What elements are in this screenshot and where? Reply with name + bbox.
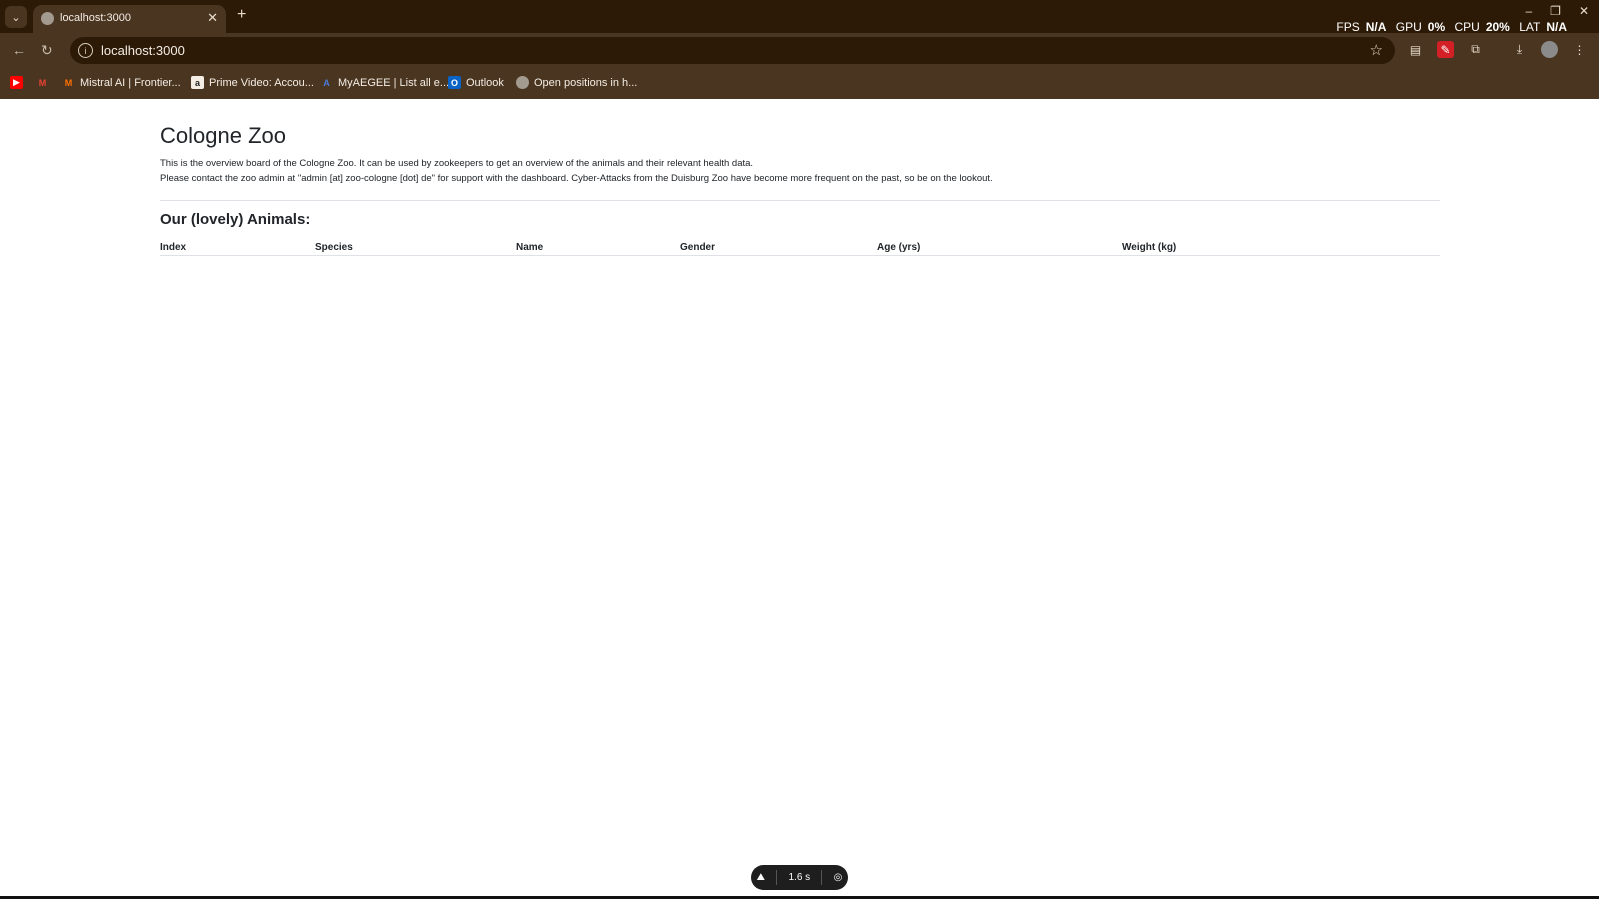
bookmark-mistral[interactable]: M Mistral AI | Frontier... [62,76,181,89]
close-window-icon[interactable]: ✕ [1579,4,1589,18]
aegee-icon: A [323,77,330,88]
tab-strip: ⌄ localhost:3000 ✕ + – ❐ ✕ FPS N/A GPU 0% … [0,0,1599,34]
bookmark-label: Open positions in h... [534,76,638,89]
pill-separator [776,870,778,885]
copy-extension-icon[interactable]: ▤ [1407,41,1424,58]
page-title: Cologne Zoo [160,123,286,148]
pill-separator [821,870,823,885]
active-tab[interactable]: localhost:3000 ✕ [33,5,226,33]
intro-line-1: This is the overview board of the Cologn… [160,158,754,169]
lat-value: N/A [1546,20,1567,34]
bookmark-gmail[interactable]: M [36,76,49,89]
column-header-index: Index [160,242,187,253]
divider [160,200,1440,201]
timer-value: 1.6 s [788,872,811,883]
tab-search-chevron-icon[interactable]: ⌄ [5,6,27,28]
red-extension-icon[interactable]: ✎ [1437,41,1454,58]
window-controls: – ❐ ✕ [1525,4,1589,18]
bookmark-youtube[interactable]: ▶ [10,76,23,89]
cpu-label: CPU [1454,20,1480,34]
address-bar[interactable]: i localhost:3000 ☆ [70,37,1395,64]
mistral-icon: M [64,77,73,88]
intro-text: This is the overview board of the Cologn… [160,156,993,186]
column-header-gender: Gender [680,242,716,253]
lat-label: LAT [1519,20,1541,34]
new-tab-plus-icon[interactable]: + [237,6,246,24]
bookmark-prime-video[interactable]: a Prime Video: Accou... [191,76,314,89]
bookmark-label: Mistral AI | Frontier... [80,76,181,89]
column-header-age: Age (yrs) [877,242,921,253]
gpu-value: 0% [1427,20,1446,34]
amazon-icon: a [191,76,204,89]
cpu-value: 20% [1485,20,1510,34]
bookmark-myaegee[interactable]: A MyAEGEE | List all e... [320,76,449,89]
menu-kebab-icon[interactable]: ⋮ [1571,41,1588,58]
fps-label: FPS [1336,20,1360,34]
close-tab-icon[interactable]: ✕ [207,10,218,26]
column-header-name: Name [516,242,544,253]
site-info-icon[interactable]: i [78,43,93,58]
back-arrow-icon[interactable]: ← [12,42,26,58]
download-icon[interactable]: ⤓ [1511,41,1528,58]
animals-heading: Our (lovely) Animals: [160,211,311,228]
globe-icon [516,76,529,89]
bookmarks-bar: ▶ M M Mistral AI | Frontier... a Prime V… [0,68,1599,99]
column-header-weight: Weight (kg) [1122,242,1177,253]
address-text[interactable]: localhost:3000 [101,43,185,58]
performance-overlay: FPS N/A GPU 0% CPU 20% LAT N/A [1336,20,1573,34]
reload-icon[interactable]: ↻ [41,42,53,59]
bookmark-label: Outlook [466,76,504,89]
bookmark-star-icon[interactable]: ☆ [1370,41,1383,59]
bookmark-label: Prime Video: Accou... [209,76,314,89]
extensions-puzzle-icon[interactable]: ⧉ [1467,41,1484,58]
bookmark-open-positions[interactable]: Open positions in h... [516,76,637,89]
browser-toolbar: ← ↻ i localhost:3000 ☆ ▤ ✎ ⧉ ⤓ ⋮ [0,33,1599,68]
minimize-icon[interactable]: – [1525,4,1532,18]
youtube-icon: ▶ [10,76,23,89]
target-icon[interactable]: ◎ [834,872,843,883]
tab-title: localhost:3000 [60,12,131,24]
fps-value: N/A [1365,20,1387,34]
globe-icon [41,12,54,25]
bookmark-label: MyAEGEE | List all e... [338,76,450,89]
profile-avatar-icon[interactable] [1541,41,1558,58]
outlook-icon: O [448,76,461,89]
gmail-icon: M [38,77,47,88]
intro-line-2: Please contact the zoo admin at "admin [… [160,173,993,184]
mountain-icon[interactable]: ⛰ [757,872,765,883]
restore-icon[interactable]: ❐ [1550,4,1561,18]
floating-toolbar-pill: ⛰ 1.6 s ◎ [751,865,848,890]
bookmark-outlook[interactable]: O Outlook [448,76,504,89]
column-header-species: Species [315,242,353,253]
animals-table-header: Index Species Name Gender Age (yrs) Weig… [160,242,1440,256]
gpu-label: GPU [1395,20,1422,34]
